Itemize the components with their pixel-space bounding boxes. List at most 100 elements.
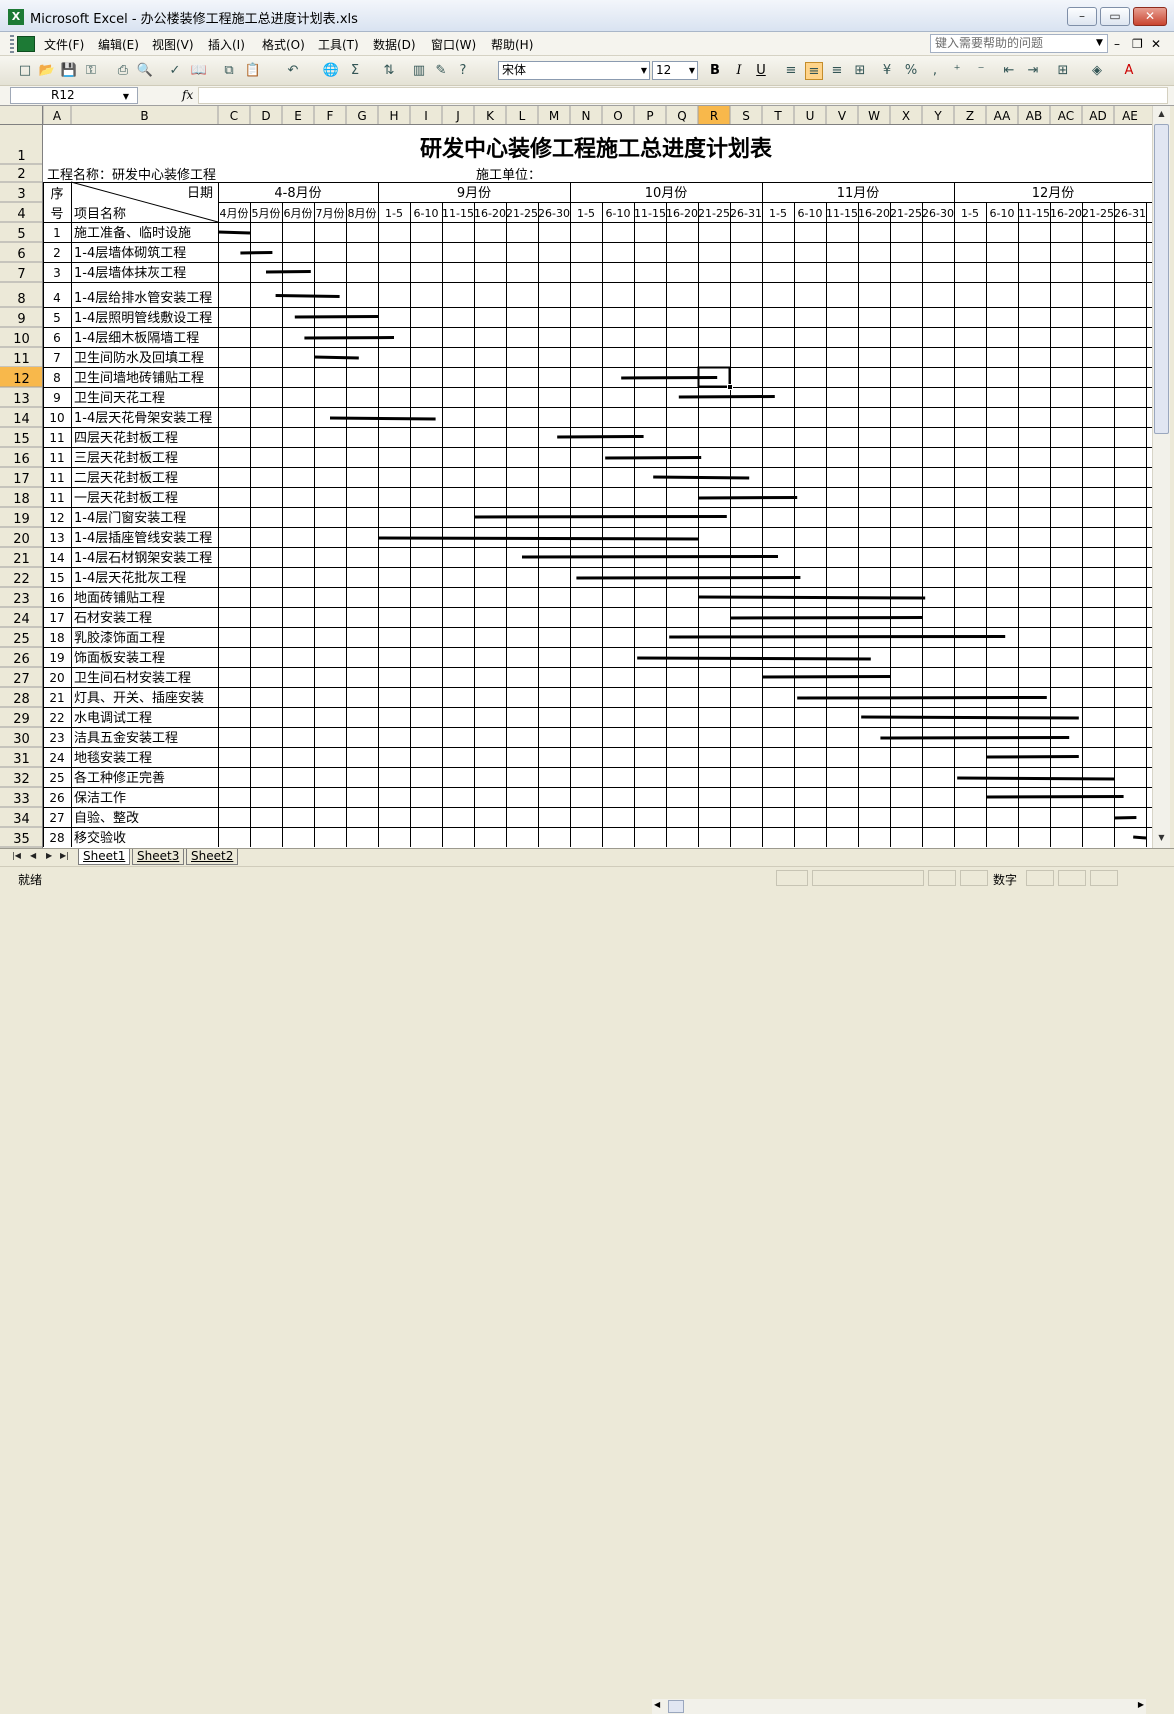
status-ready: 就绪 [18,873,43,887]
menu-file[interactable]: 文件(F) [44,36,84,53]
month-group-header: 11月份 [837,186,880,201]
menu-window[interactable]: 窗口(W) [431,36,476,53]
decrease-decimal-icon[interactable]: ⁻ [972,62,990,80]
task-seq: 22 [49,711,64,725]
scroll-down-icon[interactable]: ▼ [1153,830,1170,846]
doc-restore-button[interactable]: ❐ [1132,37,1143,51]
formula-input[interactable] [198,87,1168,104]
sort-ascending-icon[interactable]: ⇅ [380,62,398,80]
period-header: 11-15 [634,207,666,220]
vertical-scrollbar[interactable]: ▲ ▼ [1152,106,1170,848]
open-icon[interactable]: 📂 [38,62,56,80]
comma-button[interactable]: , [926,62,944,80]
workbook-icon[interactable] [17,36,35,52]
increase-indent-icon[interactable]: ⇥ [1024,62,1042,80]
menu-help[interactable]: 帮助(H) [491,36,533,53]
help-search-input[interactable]: 键入需要帮助的问题 [930,34,1108,53]
row-header: 4 [17,207,25,222]
autosum-icon[interactable]: Σ [346,62,364,80]
gantt-bar [294,315,379,319]
scroll-right-icon[interactable]: ▶ [1138,1700,1144,1709]
gantt-bar [521,555,779,559]
bold-button[interactable]: B [706,62,724,80]
row-header: 25 [13,632,30,647]
align-left-icon[interactable]: ≡ [782,62,800,80]
spelling-icon[interactable]: ✓ [166,62,184,80]
scroll-up-icon[interactable]: ▲ [1153,106,1170,122]
save-icon[interactable]: 💾 [60,62,78,80]
menu-data[interactable]: 数据(D) [373,36,416,53]
column-header: T [773,109,782,123]
last-sheet-icon[interactable]: ▶| [60,851,69,860]
row-header: 12 [13,372,30,387]
italic-button[interactable]: I [730,62,748,80]
new-icon[interactable]: □ [16,62,34,80]
tab-sheet1[interactable]: Sheet1 [78,849,131,865]
print-icon[interactable]: ⎙ [114,62,132,80]
row-header: 29 [13,712,30,727]
column-header: O [613,109,622,123]
status-panel [1058,870,1086,886]
worksheet[interactable]: A B C D E F G H I J K L M N O P Q R S T U V W X Y Z AA AB AC AD AE 1 2 3 4… [0,106,1152,848]
month-group-header: 10月份 [645,186,688,201]
menu-view[interactable]: 视图(V) [152,36,194,53]
undo-icon[interactable]: ↶ [284,62,302,80]
minimize-button[interactable]: – [1067,7,1097,26]
prev-sheet-icon[interactable]: ◀ [30,851,36,860]
vertical-scroll-thumb[interactable] [1154,124,1169,434]
drawing-icon[interactable]: ✎ [432,62,450,80]
horizontal-scroll-thumb[interactable] [668,1700,684,1713]
borders-icon[interactable]: ⊞ [1054,62,1072,80]
copy-icon[interactable]: ⧉ [220,62,238,80]
task-seq: 11 [49,491,64,505]
menu-tools[interactable]: 工具(T) [318,36,359,53]
column-header: W [868,109,880,123]
currency-icon[interactable]: ¥ [878,62,896,80]
decrease-indent-icon[interactable]: ⇤ [1000,62,1018,80]
column-header: L [519,109,526,123]
tab-sheet2[interactable]: Sheet2 [186,849,239,865]
task-name: 移交验收 [74,830,126,846]
task-name: 卫生间防水及回填工程 [74,350,204,366]
merge-center-icon[interactable]: ⊞ [851,62,869,80]
align-center-icon[interactable]: ≡ [805,62,823,80]
hyperlink-icon[interactable]: 🌐 [322,62,340,80]
gantt-bar [697,595,926,600]
font-color-icon[interactable]: A [1120,62,1138,80]
fx-icon[interactable]: fx [182,88,193,102]
doc-minimize-button[interactable]: – [1114,37,1120,51]
print-preview-icon[interactable]: 🔍 [136,62,154,80]
font-size-select[interactable]: 12 ▼ [652,61,698,80]
permission-icon[interactable]: ⚿ [82,62,100,80]
doc-close-button[interactable]: ✕ [1151,37,1161,51]
close-button[interactable]: ✕ [1133,7,1167,26]
row-header: 21 [13,552,30,567]
menu-edit[interactable]: 编辑(E) [98,36,139,53]
align-right-icon[interactable]: ≡ [828,62,846,80]
period-header: 5月份 [252,207,281,220]
underline-button[interactable]: U [752,62,770,80]
horizontal-scrollbar[interactable]: ◀ ▶ [652,1699,1146,1714]
menu-format[interactable]: 格式(O) [262,36,305,53]
percent-button[interactable]: % [902,62,920,80]
tab-sheet3[interactable]: Sheet3 [132,849,185,865]
name-box[interactable]: R12 ▼ [10,87,138,104]
fill-color-icon[interactable]: ◈ [1088,62,1106,80]
project-name-label: 工程名称：研发中心装修工程 [47,167,216,183]
next-sheet-icon[interactable]: ▶ [46,851,52,860]
help-dropdown-icon[interactable]: ▼ [1096,38,1103,48]
period-header: 1-5 [769,207,787,220]
increase-decimal-icon[interactable]: ⁺ [948,62,966,80]
period-header: 1-5 [577,207,595,220]
maximize-button[interactable]: ▭ [1100,7,1130,26]
first-sheet-icon[interactable]: |◀ [12,851,21,860]
font-name-select[interactable]: 宋体 ▼ [498,61,650,80]
menu-insert[interactable]: 插入(I) [208,36,245,53]
worksheet-grid[interactable]: A B C D E F G H I J K L M N O P Q R S T U V W X Y Z AA AB AC AD AE1234… [0,106,1152,848]
research-icon[interactable]: 📖 [190,62,208,80]
scroll-left-icon[interactable]: ◀ [654,1700,660,1709]
excel-icon: X [8,9,24,25]
paste-icon[interactable]: 📋 [244,62,262,80]
chart-wizard-icon[interactable]: ▥ [410,62,428,80]
help-icon[interactable]: ? [454,62,472,80]
